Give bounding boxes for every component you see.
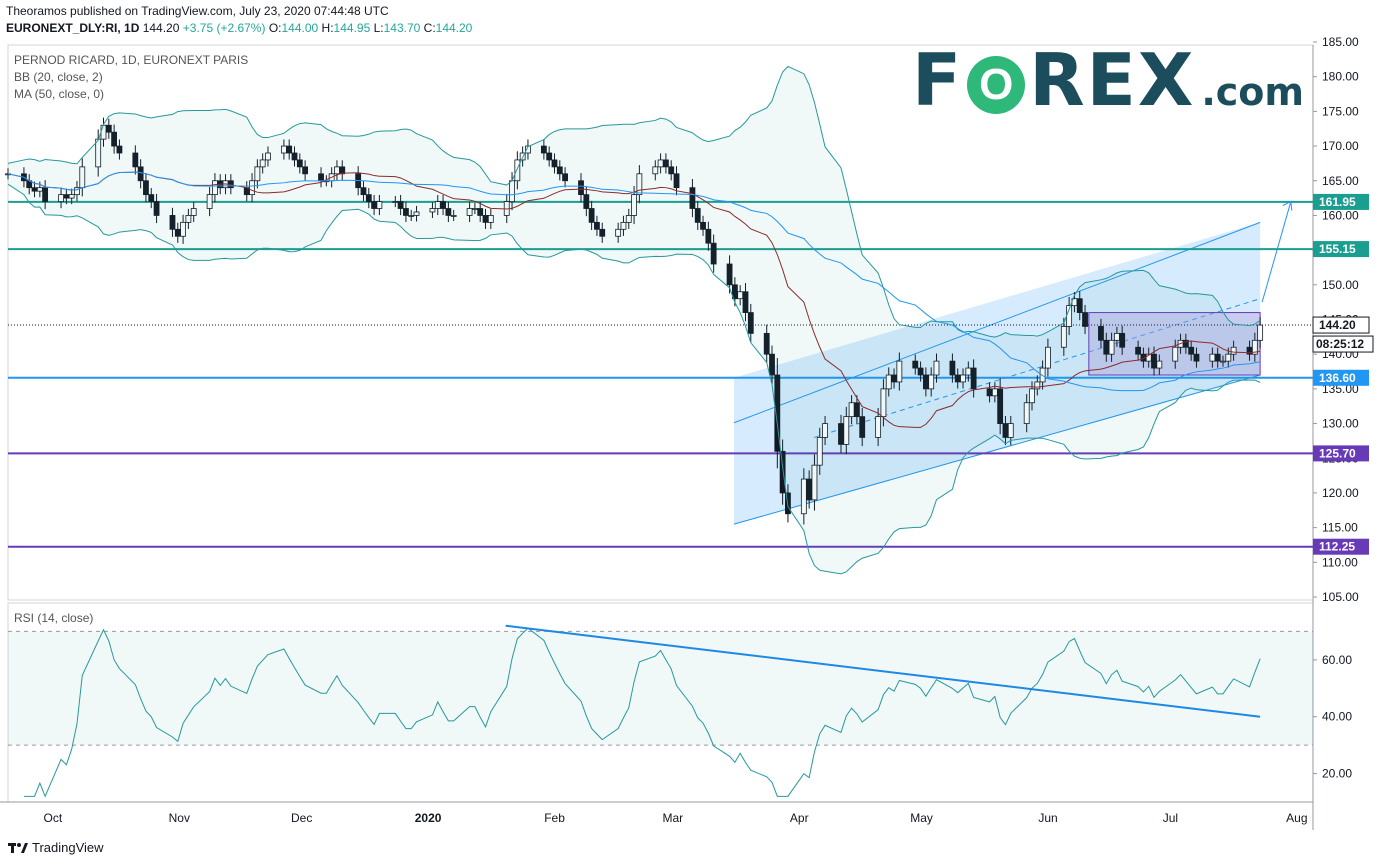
time-tick-label: 2020 [415, 811, 442, 825]
time-tick-label: Nov [169, 811, 190, 825]
time-tick-label: May [910, 811, 933, 825]
time-tick-label: Jun [1038, 811, 1057, 825]
coin-icon: O [967, 56, 1026, 114]
countdown-label: 08:25:12 [1316, 337, 1364, 351]
price-tick-label: 105.00 [1322, 590, 1359, 604]
bollinger-fill [8, 66, 1261, 574]
level-label: 161.95 [1319, 195, 1356, 209]
tradingview-footer[interactable]: TradingView [8, 840, 104, 855]
price-tick-label: 170.00 [1322, 139, 1359, 153]
price-tick-label: 160.00 [1322, 208, 1359, 222]
price-chart[interactable]: 185.00 180.00 175.00 170.00 165.00 160.00 155.… [0, 0, 1387, 868]
price-tick-label: 180.00 [1322, 70, 1359, 84]
time-tick-label: Apr [790, 811, 809, 825]
level-label: 155.15 [1319, 242, 1356, 256]
price-tick-label: 175.00 [1322, 104, 1359, 118]
time-tick-label: Mar [662, 811, 683, 825]
level-label: 112.25 [1319, 540, 1355, 554]
target-arrow-line [1261, 201, 1292, 303]
rsi-tick-label: 20.00 [1322, 767, 1352, 781]
legend-bb: BB (20, close, 2) [14, 70, 103, 84]
current-price-label: 144.20 [1319, 318, 1356, 332]
forex-logo: F O REX .com [912, 38, 1304, 122]
chart-legend-title: PERNOD RICARD, 1D, EURONEXT PARIS [14, 53, 248, 67]
time-tick-label: Oct [44, 811, 63, 825]
tradingview-label: TradingView [32, 840, 104, 855]
price-tick-label: 110.00 [1322, 555, 1358, 569]
price-tick-label: 165.00 [1322, 174, 1359, 188]
target-arrow-head [1282, 200, 1293, 211]
price-tick-label: 130.00 [1322, 417, 1359, 431]
price-tick-label: 150.00 [1322, 278, 1359, 292]
rsi-tick-label: 60.00 [1322, 653, 1352, 667]
time-tick-label: Jul [1163, 811, 1178, 825]
tradingview-logo-icon [8, 842, 28, 853]
price-tick-label: 120.00 [1322, 486, 1359, 500]
legend-ma: MA (50, close, 0) [14, 87, 104, 101]
rsi-band-fill [8, 631, 1313, 746]
legend-rsi: RSI (14, close) [14, 611, 93, 625]
time-tick-label: Aug [1286, 811, 1307, 825]
time-tick-label: Dec [291, 811, 312, 825]
price-tick-label: 185.00 [1322, 35, 1359, 49]
level-label: 136.60 [1319, 371, 1356, 385]
price-tick-label: 115.00 [1322, 521, 1358, 535]
level-label: 125.70 [1319, 446, 1356, 460]
rsi-tick-label: 40.00 [1322, 710, 1352, 724]
time-tick-label: Feb [544, 811, 565, 825]
